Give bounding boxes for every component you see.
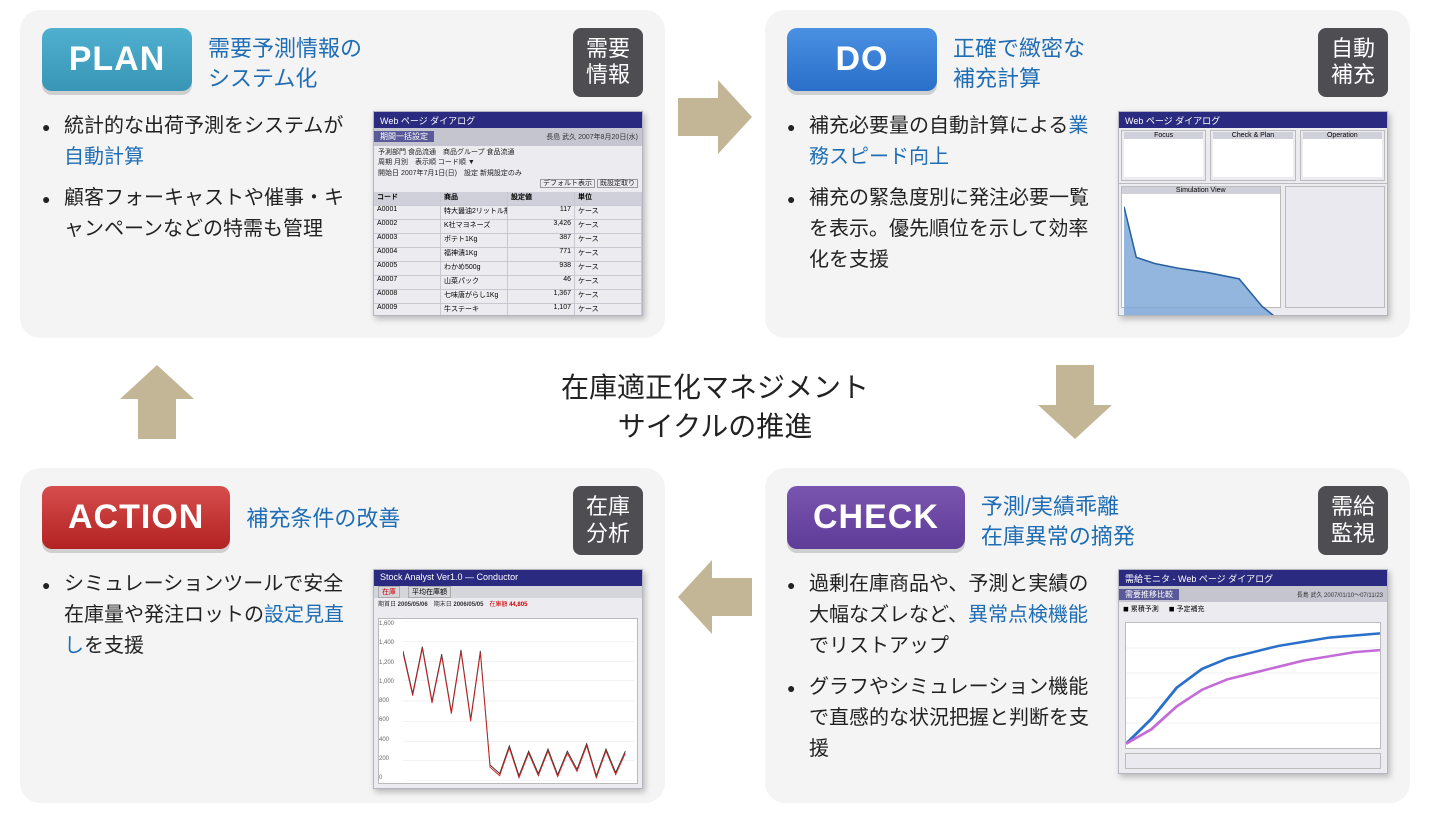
bullet-plan-1: 統計的な出荷予測をシステムが自動計算 <box>42 111 355 173</box>
bullets-action: シミュレーションツールで安全在庫量や発注ロットの設定見直しを支援 <box>42 569 359 789</box>
arrow-action-to-plan <box>120 365 194 439</box>
arrow-check-to-action <box>678 560 752 634</box>
tag-action: 在庫 分析 <box>573 486 643 555</box>
bullet-plan-2: 顧客フォーキャストや催事・キャンペーンなどの特需も管理 <box>42 183 355 245</box>
thumb-do: Web ページ ダイアログ Focus Check & Plan Operati… <box>1118 111 1388 316</box>
thumb-plan-table: コード商品設定値単位 A0001特大醤油2リットル瓶117ケース A0002K社… <box>374 192 642 316</box>
bullet-check-1: 過剰在庫商品や、予測と実績の大幅なズレなど、異常点検機能でリストアップ <box>787 569 1100 662</box>
subtitle-plan: 需要予測情報の システム化 <box>208 28 557 93</box>
pill-do: DO <box>787 28 937 91</box>
thumb-plan: Web ページ ダイアログ 期間一括設定 長島 武久 2007年8月20日(水)… <box>373 111 643 316</box>
subtitle-do: 正確で緻密な 補充計算 <box>953 28 1302 93</box>
bullet-do-1: 補充必要量の自動計算による業務スピード向上 <box>787 111 1100 173</box>
panel-plan: PLAN 需要予測情報の システム化 需要 情報 統計的な出荷予測をシステムが自… <box>20 10 665 338</box>
arrow-plan-to-do <box>678 80 752 154</box>
bullet-check-2: グラフやシミュレーション機能で直感的な状況把握と判断を支援 <box>787 672 1100 765</box>
thumb-action: Stock Analyst Ver1.0 — Conductor 在庫 平均在庫… <box>373 569 643 789</box>
bullet-action-1: シミュレーションツールで安全在庫量や発注ロットの設定見直しを支援 <box>42 569 355 662</box>
tag-do: 自動 補充 <box>1318 28 1388 97</box>
pill-check: CHECK <box>787 486 965 549</box>
thumb-check: 需給モニタ - Web ページ ダイアログ 需要推移比較 長島 武久 2007/… <box>1118 569 1388 774</box>
bullets-plan: 統計的な出荷予測をシステムが自動計算 顧客フォーキャストや催事・キャンペーンなど… <box>42 111 359 316</box>
pill-plan: PLAN <box>42 28 192 91</box>
pill-action: ACTION <box>42 486 230 549</box>
tag-plan: 需要 情報 <box>573 28 643 97</box>
tag-check: 需給 監視 <box>1318 486 1388 555</box>
subtitle-check: 予測/実績乖離 在庫異常の摘発 <box>981 486 1302 551</box>
panel-action: ACTION 補充条件の改善 在庫 分析 シミュレーションツールで安全在庫量や発… <box>20 468 665 803</box>
bullet-do-2: 補充の緊急度別に発注必要一覧を表示。優先順位を示して効率化を支援 <box>787 183 1100 276</box>
subtitle-action: 補充条件の改善 <box>246 486 557 534</box>
arrow-do-to-check <box>1038 365 1112 439</box>
panel-do: DO 正確で緻密な 補充計算 自動 補充 補充必要量の自動計算による業務スピード… <box>765 10 1410 338</box>
bullets-check: 過剰在庫商品や、予測と実績の大幅なズレなど、異常点検機能でリストアップ グラフや… <box>787 569 1104 775</box>
center-title: 在庫適正化マネジメント サイクルの推進 <box>561 367 869 445</box>
panel-check: CHECK 予測/実績乖離 在庫異常の摘発 需給 監視 過剰在庫商品や、予測と実… <box>765 468 1410 803</box>
bullets-do: 補充必要量の自動計算による業務スピード向上 補充の緊急度別に発注必要一覧を表示。… <box>787 111 1104 316</box>
